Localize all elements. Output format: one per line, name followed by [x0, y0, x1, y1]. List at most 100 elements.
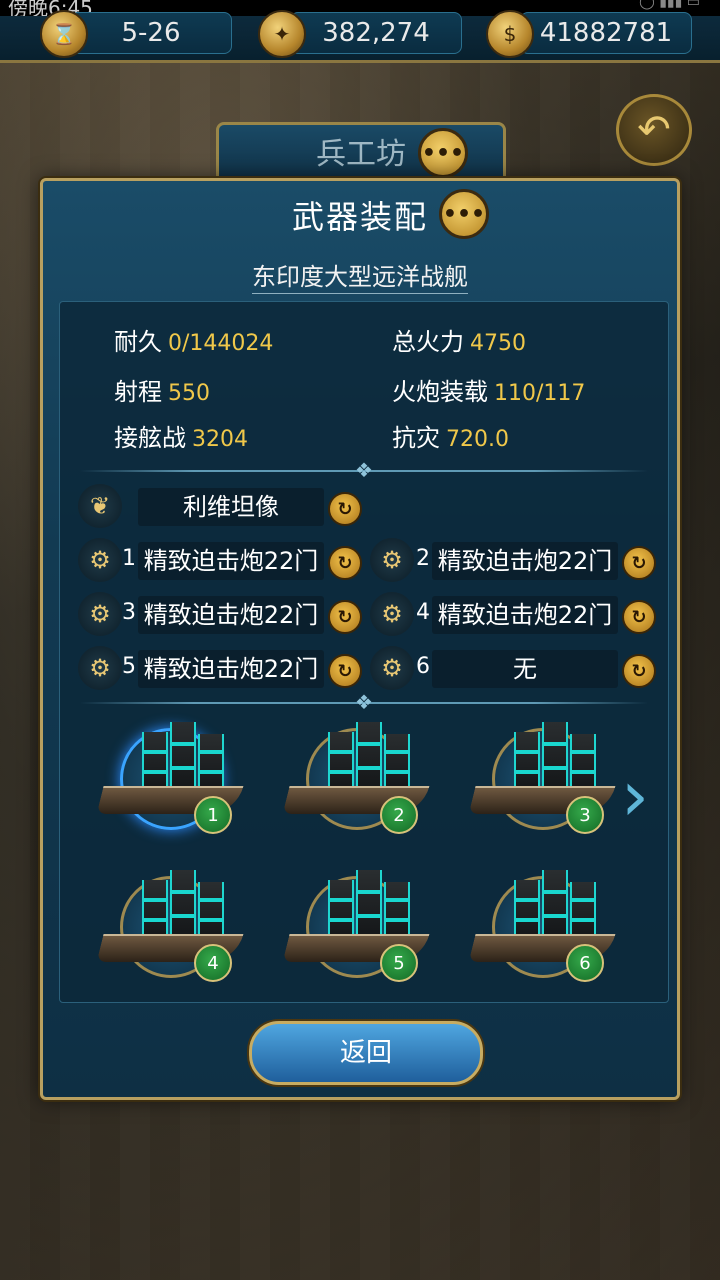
- next-page-arrow-icon[interactable]: ›: [615, 741, 655, 851]
- stat-label: 接舷战: [114, 424, 186, 452]
- divider: ❖: [80, 458, 648, 482]
- ship-number: 1: [207, 804, 219, 826]
- ship-number-badge: 6: [566, 944, 604, 982]
- stat-value: 0/144024: [168, 331, 274, 356]
- cannon-slot-6[interactable]: 无: [432, 650, 618, 688]
- swap-cannon-2-button[interactable]: ↻: [622, 546, 656, 580]
- ship-number: 5: [393, 952, 405, 974]
- ship-name-text: 东印度大型远洋战舰: [252, 263, 468, 294]
- ship-number-badge: 5: [380, 944, 418, 982]
- stat-label: 耐久: [114, 328, 162, 356]
- cannon-icon: ⚙: [78, 538, 122, 582]
- ornament-icon: ❖: [355, 458, 373, 482]
- cannon-slot-label: 精致迫击炮22门: [143, 655, 319, 683]
- stat-label: 抗灾: [392, 424, 440, 452]
- fleet-ship-3[interactable]: 3: [466, 710, 616, 850]
- cannon-slot-label: 精致迫击炮22门: [143, 547, 319, 575]
- fleet-ship-4[interactable]: 4: [94, 858, 244, 998]
- cannon-icon: ⚙: [78, 592, 122, 636]
- slot-number: 4: [416, 600, 430, 625]
- stat-value: 4750: [470, 331, 526, 356]
- sail: [514, 732, 540, 790]
- divider: ❖: [80, 690, 648, 714]
- sail: [198, 882, 224, 938]
- sail: [384, 882, 410, 938]
- resource-date-value: 5-26: [121, 18, 181, 48]
- return-button-label: 返回: [339, 1038, 392, 1068]
- sail: [542, 722, 568, 790]
- chat-bubble-icon[interactable]: •••: [418, 128, 468, 178]
- stat-value: 110/117: [494, 381, 586, 406]
- cannon-slot-5[interactable]: 精致迫击炮22门: [138, 650, 324, 688]
- swap-figurehead-button[interactable]: ↻: [328, 492, 362, 526]
- resource-gold: 41882781: [520, 12, 692, 54]
- ship-number: 4: [207, 952, 219, 974]
- stat-disaster-resist: 抗灾 720.0: [392, 418, 509, 453]
- swap-icon: ↻: [337, 498, 353, 520]
- sail: [170, 870, 196, 938]
- coin-icon: $: [486, 10, 534, 58]
- ship-number-badge: 1: [194, 796, 232, 834]
- swap-icon: ↻: [631, 660, 647, 682]
- fleet-ship-5[interactable]: 5: [280, 858, 430, 998]
- status-icons: ◯ ▮▮▮ ▭: [639, 0, 700, 10]
- swap-cannon-6-button[interactable]: ↻: [622, 654, 656, 688]
- sail: [356, 870, 382, 938]
- swap-cannon-4-button[interactable]: ↻: [622, 600, 656, 634]
- fleet-ship-2[interactable]: 2: [280, 710, 430, 850]
- back-arrow-button[interactable]: ↶: [616, 94, 692, 166]
- stat-value: 3204: [192, 427, 248, 452]
- panel-title-text: 武器装配: [291, 198, 428, 236]
- sail: [328, 880, 354, 938]
- cannon-slot-1[interactable]: 精致迫击炮22门: [138, 542, 324, 580]
- stat-label: 火炮装载: [392, 378, 488, 406]
- cannon-slot-3[interactable]: 精致迫击炮22门: [138, 596, 324, 634]
- sail: [570, 734, 596, 790]
- slot-number: 3: [122, 600, 136, 625]
- cannon-slot-label: 无: [513, 655, 537, 683]
- stat-label: 射程: [114, 378, 162, 406]
- resource-compass: 382,274: [290, 12, 462, 54]
- stat-durability: 耐久 0/144024: [114, 322, 273, 357]
- return-arrow-icon: ↶: [637, 107, 671, 153]
- slot-number: 5: [122, 654, 136, 679]
- cannon-slot-4[interactable]: 精致迫击炮22门: [432, 596, 618, 634]
- stat-cannon-load: 火炮装载 110/117: [392, 372, 585, 407]
- figurehead-slot[interactable]: 利维坦像: [138, 488, 324, 526]
- sail: [514, 880, 540, 938]
- resource-gold-value: 41882781: [539, 18, 673, 48]
- stat-value: 720.0: [446, 427, 509, 452]
- wing-icon: ❦: [78, 484, 122, 528]
- swap-icon: ↻: [337, 606, 353, 628]
- slot-number: 2: [416, 546, 430, 571]
- ship-number: 3: [579, 804, 591, 826]
- sail: [142, 732, 168, 790]
- fleet-ship-6[interactable]: 6: [466, 858, 616, 998]
- swap-cannon-5-button[interactable]: ↻: [328, 654, 362, 688]
- figurehead-label: 利维坦像: [183, 493, 279, 521]
- swap-cannon-1-button[interactable]: ↻: [328, 546, 362, 580]
- stat-boarding: 接舷战 3204: [114, 418, 248, 453]
- workshop-tab-label: 兵工坊: [316, 137, 406, 172]
- ship-number: 2: [393, 804, 405, 826]
- compass-icon: ✦: [258, 10, 306, 58]
- chat-bubble-icon[interactable]: •••: [439, 189, 489, 239]
- cannon-icon: ⚙: [370, 646, 414, 690]
- sail: [198, 734, 224, 790]
- weapon-equip-panel: 武器装配 ••• 东印度大型远洋战舰 耐久 0/144024 总火力 4750 射程…: [40, 178, 680, 1100]
- cannon-slot-2[interactable]: 精致迫击炮22门: [432, 542, 618, 580]
- fleet-ship-1[interactable]: 1: [94, 710, 244, 850]
- ship-number: 6: [579, 952, 591, 974]
- ship-number-badge: 2: [380, 796, 418, 834]
- ship-number-badge: 4: [194, 944, 232, 982]
- hourglass-icon: ⌛: [40, 10, 88, 58]
- swap-icon: ↻: [337, 660, 353, 682]
- slot-number: 1: [122, 546, 136, 571]
- resource-bar: 5-26 ⌛ 382,274 ✦ 41882781 $: [0, 10, 720, 63]
- cannon-slot-label: 精致迫击炮22门: [437, 547, 613, 575]
- stat-value: 550: [168, 381, 210, 406]
- return-button[interactable]: 返回: [249, 1021, 483, 1085]
- stat-total-firepower: 总火力 4750: [392, 322, 526, 357]
- stat-range: 射程 550: [114, 372, 210, 407]
- swap-cannon-3-button[interactable]: ↻: [328, 600, 362, 634]
